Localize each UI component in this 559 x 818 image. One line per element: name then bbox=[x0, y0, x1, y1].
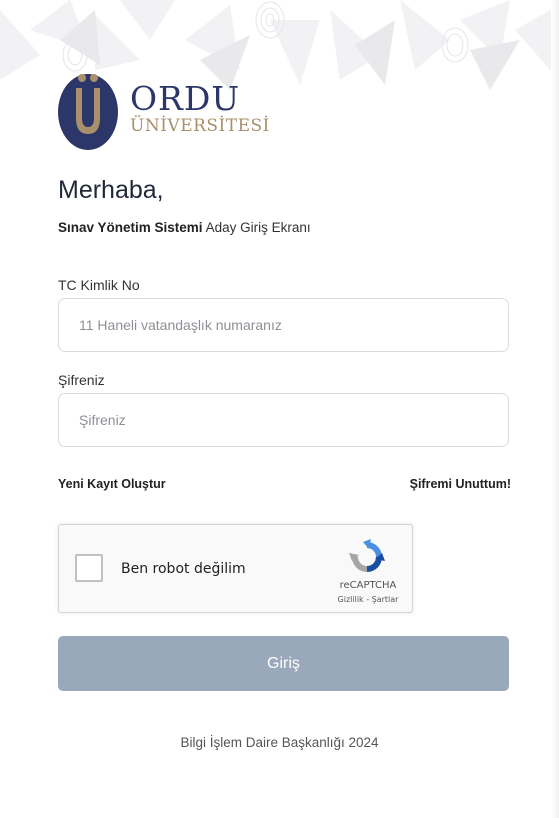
tc-input[interactable] bbox=[58, 298, 509, 352]
recaptcha-brand: reCAPTCHA bbox=[339, 580, 397, 591]
subtitle: Sınav Yönetim Sistemi Aday Giriş Ekranı bbox=[58, 220, 311, 235]
recaptcha-icon bbox=[349, 539, 385, 572]
recaptcha-links[interactable]: Gizlilik - Şartlar bbox=[328, 595, 408, 604]
register-link[interactable]: Yeni Kayıt Oluştur bbox=[58, 477, 166, 491]
logo-name: ORDU bbox=[130, 79, 241, 118]
recaptcha-checkbox[interactable] bbox=[75, 554, 103, 582]
login-button[interactable]: Giriş bbox=[58, 636, 509, 691]
recaptcha-widget: Ben robot değilim reCAPTCHA Gizlilik - Ş… bbox=[58, 524, 413, 613]
password-input[interactable] bbox=[58, 393, 509, 447]
subtitle-system-name: Sınav Yönetim Sistemi bbox=[58, 220, 203, 235]
right-edge-shade bbox=[551, 0, 559, 818]
forgot-password-link[interactable]: Şifremi Unuttum! bbox=[410, 477, 511, 491]
footer-text: Bilgi İşlem Daire Başkanlığı 2024 bbox=[180, 735, 379, 750]
logo-text: ORDU ÜNİVERSİTESİ bbox=[130, 79, 270, 137]
tc-label: TC Kimlik No bbox=[58, 277, 140, 293]
subtitle-screen-name: Aday Giriş Ekranı bbox=[202, 220, 311, 235]
greeting: Merhaba, bbox=[58, 176, 164, 204]
password-label: Şifreniz bbox=[58, 372, 105, 388]
recaptcha-label: Ben robot değilim bbox=[121, 561, 246, 577]
logo-subname: ÜNİVERSİTESİ bbox=[130, 116, 270, 136]
